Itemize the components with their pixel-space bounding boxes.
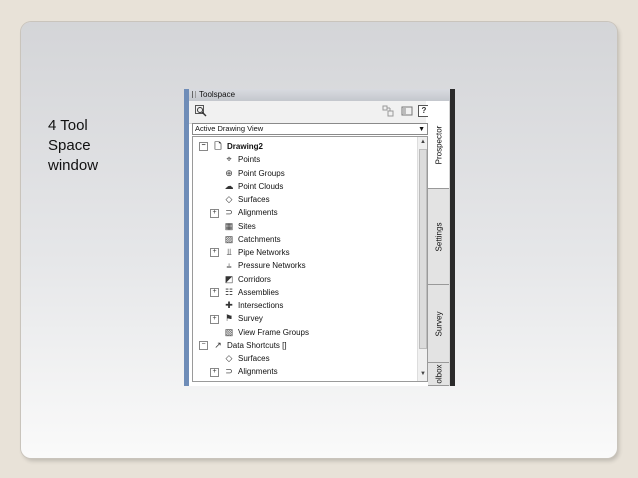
chevron-down-icon[interactable]: ▼ [418, 125, 425, 135]
caption-line: 4 Tool [48, 117, 88, 134]
tree-item[interactable]: ⫨ Pressure Networks [210, 259, 306, 272]
grip-icon[interactable] [192, 91, 196, 99]
tree-item[interactable]: − 🗋 Drawing2 [199, 140, 263, 153]
surfaces-icon: ◇ [225, 194, 233, 204]
vertical-scrollbar[interactable]: ▲ ▼ [417, 137, 427, 381]
tree-item[interactable]: ◩ Corridors [210, 273, 271, 286]
tree-item-label: Catchments [238, 234, 281, 244]
toolspace-window: Toolspace ? Active Drawing View ▼ − 🗋 Draw… [184, 89, 455, 386]
toolspace-tabs: Prospector Settings Survey olbox [428, 101, 450, 386]
search-icon[interactable] [195, 105, 207, 117]
view-dropdown-value: Active Drawing View [195, 124, 264, 133]
tab-settings[interactable]: Settings [428, 189, 449, 285]
tree-item-label: Alignments [238, 367, 278, 377]
tree-item[interactable]: ▦ Sites [210, 220, 256, 233]
tree-item-label: Sites [238, 221, 256, 231]
tree-item[interactable]: + ⚑ Survey [210, 312, 263, 325]
tab-label: Prospector [434, 125, 443, 164]
tree-item[interactable]: ▧ View Frame Groups [210, 326, 309, 339]
scrollbar-thumb[interactable] [419, 149, 427, 349]
tree-item-label: Intersections [238, 301, 284, 310]
intersections-icon: ✚ [225, 300, 233, 310]
tree-item-label: Assemblies [238, 287, 279, 297]
points-icon: ⌖ [226, 154, 232, 165]
tree-item-label: Point Clouds [238, 181, 284, 191]
expand-icon[interactable]: + [210, 314, 219, 324]
toolspace-titlebar[interactable]: Toolspace [189, 89, 450, 101]
tree-item-label: Corridors [238, 274, 271, 284]
tree-item[interactable]: ◇ Surfaces [210, 193, 270, 206]
scroll-up-icon[interactable]: ▲ [418, 137, 427, 147]
expand-icon[interactable]: + [210, 248, 219, 258]
tree-item-label: Surfaces [238, 354, 270, 363]
tree-item[interactable]: ◇ Surfaces [210, 352, 270, 365]
assemblies-icon: ☷ [224, 286, 234, 297]
scroll-down-icon[interactable]: ▼ [418, 369, 427, 379]
collapse-icon[interactable]: − [199, 341, 208, 351]
tab-label: olbox [434, 364, 443, 384]
tree-item[interactable]: + ☷ Assemblies [210, 286, 279, 299]
panel-icon[interactable] [401, 105, 413, 117]
toolspace-toolbar: ? [189, 101, 430, 124]
sites-icon: ▦ [224, 220, 234, 231]
point-clouds-icon: ☁ [224, 180, 234, 191]
pipe-networks-icon: ⫫ [226, 247, 232, 257]
point-groups-icon: ⊕ [225, 167, 233, 178]
expand-icon[interactable]: + [210, 288, 219, 298]
view-dropdown[interactable]: Active Drawing View ▼ [192, 123, 428, 135]
tree-item-label: Pressure Networks [238, 261, 306, 271]
caption-line: Space [48, 137, 91, 154]
tab-toolbox[interactable]: olbox [428, 363, 449, 386]
tree-item-label: Alignments [238, 208, 278, 218]
tree-item-label: Pipe Networks [238, 248, 290, 257]
window-left-edge [184, 89, 189, 386]
tab-survey[interactable]: Survey [428, 285, 449, 363]
tree-item-label: Drawing2 [227, 142, 264, 151]
tree-item[interactable]: ⊕ Point Groups [210, 167, 285, 180]
expand-icon[interactable]: + [210, 367, 219, 377]
tree-item[interactable]: ⌖ Points [210, 153, 260, 166]
tree-item[interactable]: ✚ Intersections [210, 299, 283, 312]
tree-item-label: View Frame Groups [238, 327, 309, 337]
tree-item[interactable]: − ↗ Data Shortcuts [] [199, 339, 287, 352]
collapse-icon[interactable]: − [199, 142, 208, 152]
survey-icon: ⚑ [224, 313, 234, 324]
item-view-icon[interactable] [382, 105, 394, 117]
tree-item-label: Surfaces [238, 195, 270, 204]
corridors-icon: ◩ [224, 273, 234, 284]
window-right-edge [450, 89, 455, 386]
prospector-tree-panel: − 🗋 Drawing2 ⌖ Points ⊕ Point Groups ☁ Point Clo… [192, 136, 428, 382]
tree-item-label: Point Groups [238, 168, 285, 178]
tree-item-label: Survey [238, 314, 263, 324]
drawing-icon: 🗋 [214, 141, 222, 151]
toolspace-title: Toolspace [199, 90, 236, 99]
prospector-tree: − 🗋 Drawing2 ⌖ Points ⊕ Point Groups ☁ Point Clo… [193, 137, 417, 381]
tab-prospector[interactable]: Prospector [428, 101, 449, 189]
alignments-icon: ⊃ [225, 207, 233, 218]
alignments-icon: ⊃ [225, 366, 233, 377]
tree-item[interactable]: ☁ Point Clouds [210, 180, 284, 193]
tree-item[interactable]: ▨ Catchments [210, 233, 281, 246]
tree-item-label: Data Shortcuts [] [227, 340, 287, 350]
data-shortcuts-icon: ↗ [214, 339, 222, 350]
pressure-networks-icon: ⫨ [226, 260, 232, 271]
slide-caption: 4 Tool Space window [48, 116, 98, 176]
tree-item[interactable]: + ⊃ Alignments [210, 206, 278, 219]
surfaces-icon: ◇ [225, 353, 233, 363]
tab-label: Settings [434, 222, 443, 251]
tab-label: Survey [434, 311, 443, 336]
view-frame-groups-icon: ▧ [224, 326, 234, 337]
tree-item-label: Points [238, 155, 261, 165]
caption-line: window [48, 157, 99, 174]
expand-icon[interactable]: + [210, 208, 219, 218]
tree-item[interactable]: + ⫫ Pipe Networks [210, 246, 290, 259]
tree-item[interactable]: + ⊃ Alignments [210, 365, 278, 378]
catchments-icon: ▨ [224, 233, 234, 244]
